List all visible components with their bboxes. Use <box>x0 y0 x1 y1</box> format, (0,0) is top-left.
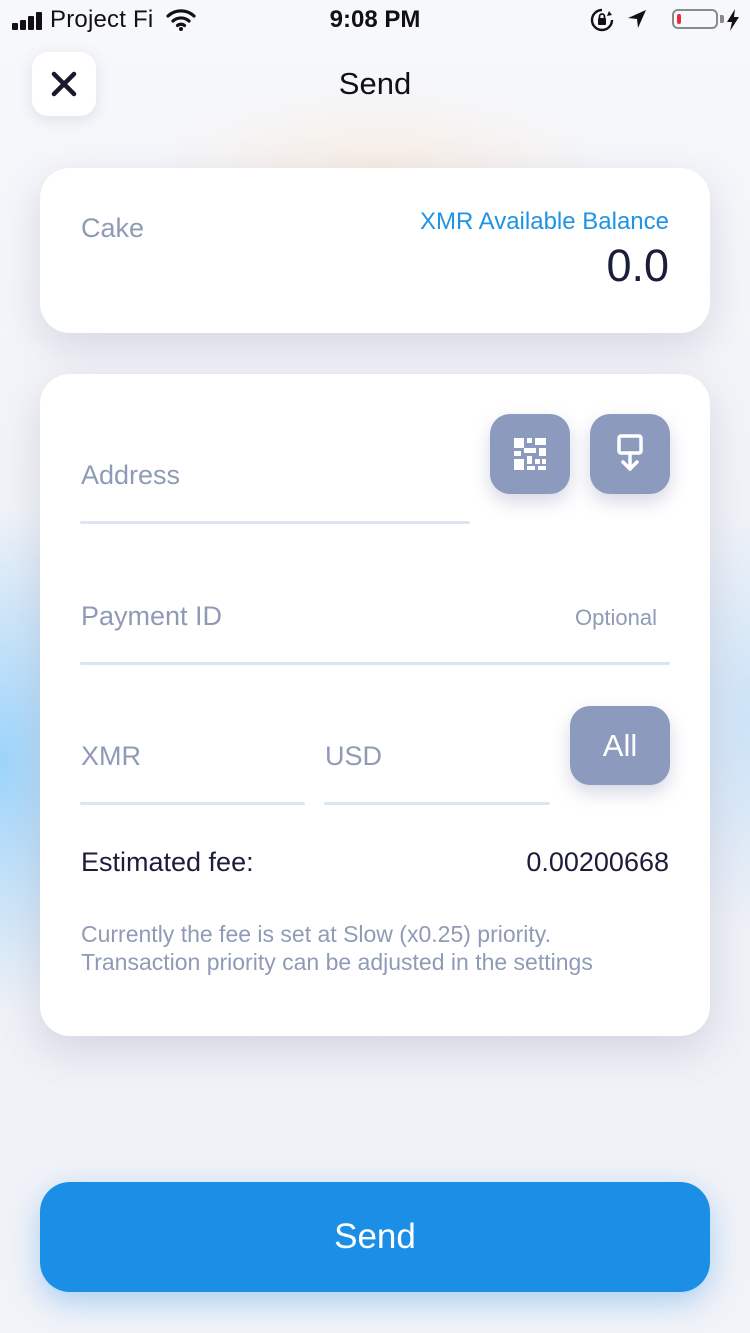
location-arrow-icon <box>626 8 648 35</box>
send-form-card: Address Payment ID Optional XMR USD All … <box>40 374 710 1036</box>
payment-id-underline <box>80 662 670 665</box>
usd-amount-input[interactable]: USD <box>325 741 382 772</box>
send-button[interactable]: Send <box>40 1182 710 1292</box>
fee-note-line-1: Currently the fee is set at Slow (x0.25)… <box>81 921 551 947</box>
scan-qr-button[interactable] <box>490 414 570 494</box>
address-input[interactable]: Address <box>81 460 180 491</box>
wallet-name: Cake <box>81 213 145 243</box>
orientation-lock-icon <box>590 8 614 37</box>
balance-value: 0.0 <box>606 240 669 291</box>
estimated-fee-value: 0.00200668 <box>526 847 669 877</box>
estimated-fee-label: Estimated fee: <box>81 847 254 877</box>
usd-underline <box>324 802 550 805</box>
payment-id-input[interactable]: Payment ID <box>81 601 222 632</box>
address-book-download-icon <box>617 434 643 471</box>
fee-note-line-2: Transaction priority can be adjusted in … <box>81 949 593 975</box>
battery-icon <box>672 9 718 29</box>
address-underline <box>80 521 470 524</box>
xmr-amount-input[interactable]: XMR <box>81 741 141 772</box>
all-button[interactable]: All <box>570 706 670 785</box>
charging-bolt-icon <box>726 8 740 37</box>
payment-id-optional-hint: Optional <box>575 605 657 630</box>
fee-note: Currently the fee is set at Slow (x0.25)… <box>81 920 681 976</box>
balance-label: XMR Available Balance <box>419 208 669 235</box>
balance-card: Cake XMR Available Balance 0.0 <box>40 168 710 333</box>
xmr-underline <box>80 802 305 805</box>
address-book-button[interactable] <box>590 414 670 494</box>
status-bar: Project Fi 9:08 PM <box>0 0 750 40</box>
page-title: Send <box>338 66 412 101</box>
qr-code-icon <box>514 438 546 470</box>
